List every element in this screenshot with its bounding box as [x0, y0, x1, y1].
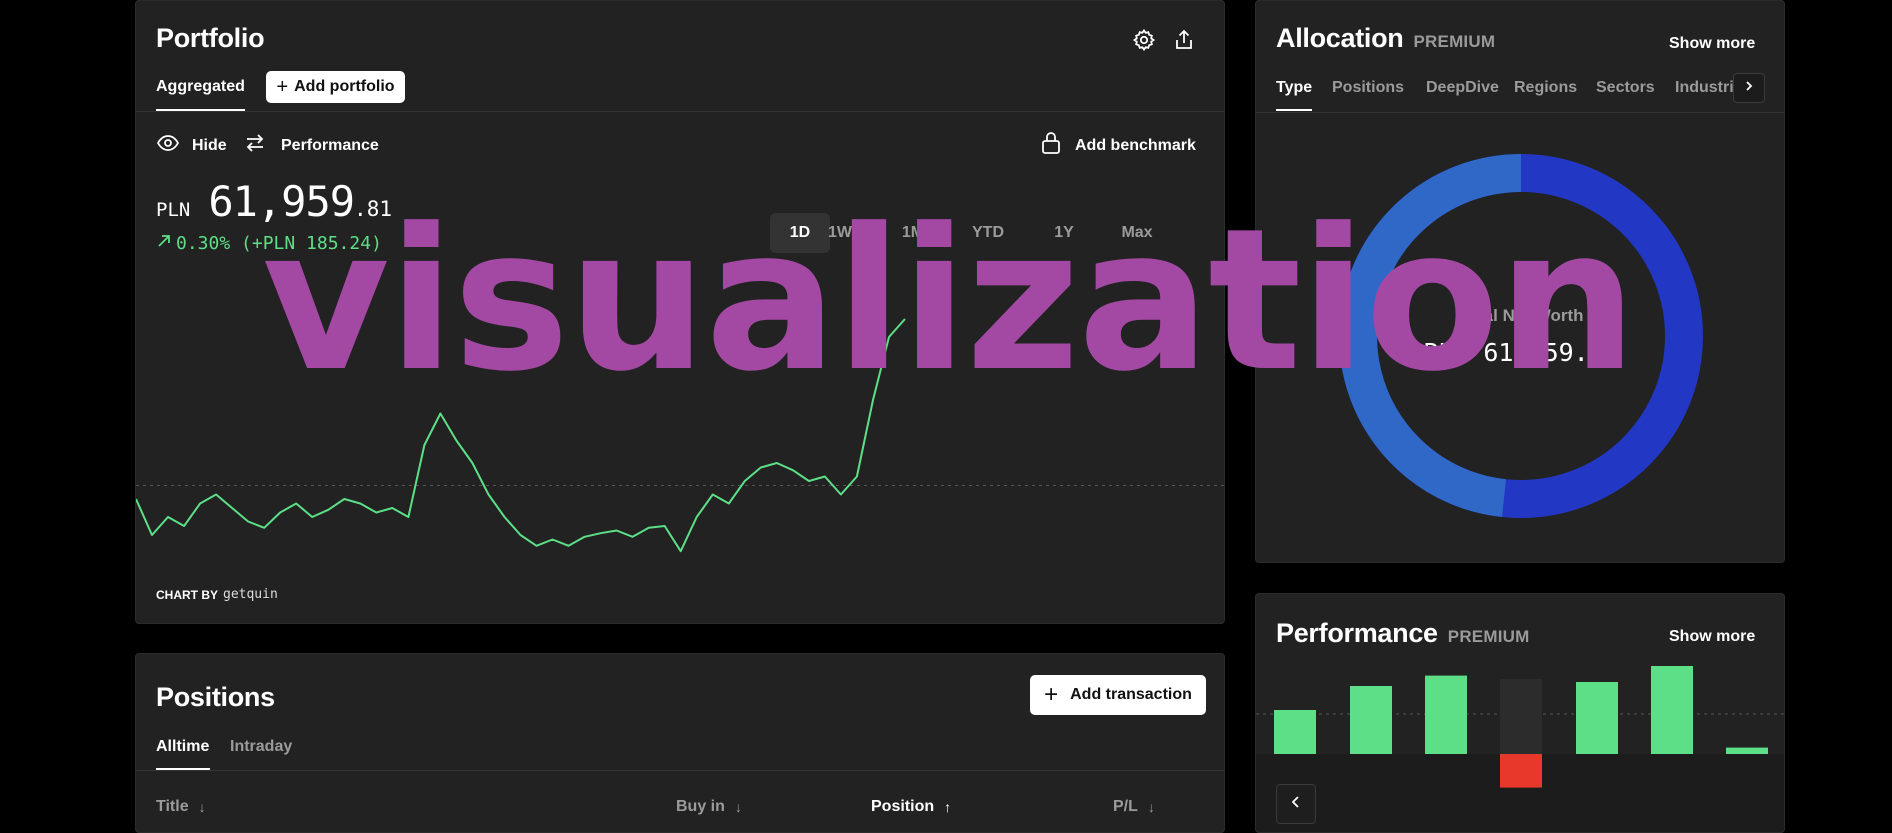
performance-premium-badge: PREMIUM — [1447, 627, 1530, 646]
hide-label: Hide — [192, 136, 227, 154]
add-portfolio-label: Add portfolio — [294, 78, 395, 95]
alloc-tab-regions[interactable]: Regions — [1514, 79, 1577, 97]
eye-icon — [156, 131, 180, 160]
share-icon[interactable] — [1172, 28, 1196, 52]
performance-bar[interactable] — [1425, 675, 1467, 754]
performance-card: Performance PREMIUM Show more — [1255, 593, 1785, 833]
portfolio-line-chart — [136, 318, 1224, 553]
portfolio-divider — [136, 111, 1224, 112]
portfolio-change: 0.30% (+PLN 185.24) — [156, 233, 382, 254]
tab-intraday[interactable]: Intraday — [230, 738, 292, 756]
positions-divider — [136, 770, 1224, 771]
hide-toggle[interactable]: Hide — [156, 131, 227, 160]
alloc-tab-positions[interactable]: Positions — [1332, 79, 1404, 97]
performance-bar[interactable] — [1274, 710, 1316, 754]
net-worth-label: Total Net Worth — [1458, 305, 1584, 325]
allocation-card: Allocation PREMIUM Show more Type Positi… — [1255, 0, 1785, 563]
trend-up-icon — [156, 233, 172, 254]
getquin-brand: getquin — [223, 587, 278, 602]
performance-bar[interactable] — [1576, 682, 1618, 754]
portfolio-card: Portfolio Aggregated + Add portfolio Hid… — [135, 0, 1225, 624]
positions-title: Positions — [156, 682, 275, 712]
value-main: 61,959 — [208, 177, 355, 226]
col-title-label: Title — [156, 798, 189, 815]
col-pl-header[interactable]: P/L ↓ — [1113, 798, 1155, 816]
chevron-left-icon — [1289, 795, 1303, 814]
range-max[interactable]: Max — [1107, 213, 1167, 253]
performance-bar-chart — [1256, 666, 1784, 832]
portfolio-value-line — [136, 318, 906, 553]
alloc-tab-sectors[interactable]: Sectors — [1596, 79, 1655, 97]
chart-credit: CHART BY getquin — [156, 587, 278, 602]
performance-title: Performance — [1276, 618, 1438, 648]
currency-label: PLN — [156, 199, 191, 221]
col-buyin-header[interactable]: Buy in ↓ — [676, 798, 742, 816]
allocation-title: Allocation — [1276, 23, 1404, 53]
settings-icon[interactable] — [1132, 28, 1156, 52]
performance-bar[interactable] — [1500, 754, 1542, 788]
value-decimals: .81 — [354, 197, 392, 221]
add-transaction-label: Add transaction — [1070, 686, 1192, 703]
sort-down-icon: ↓ — [198, 799, 206, 815]
range-1m[interactable]: 1M — [883, 213, 943, 253]
portfolio-value: PLN 61,959 .81 — [156, 177, 392, 226]
range-1y[interactable]: 1Y — [1034, 213, 1094, 253]
performance-bar[interactable] — [1651, 666, 1693, 754]
positions-card: Positions + Add transaction Alltime Intr… — [135, 653, 1225, 833]
add-benchmark-button[interactable]: Add benchmark — [1039, 130, 1196, 161]
alloc-tab-deepdive[interactable]: DeepDive — [1426, 79, 1499, 97]
add-transaction-button[interactable]: + Add transaction — [1030, 675, 1206, 715]
portfolio-title: Portfolio — [156, 23, 265, 53]
swap-arrows-icon — [243, 131, 267, 160]
performance-header: Performance PREMIUM — [1276, 618, 1529, 649]
sort-down-icon: ↓ — [1147, 799, 1155, 815]
alloc-tab-type-underline — [1276, 109, 1312, 111]
performance-show-more[interactable]: Show more — [1669, 628, 1755, 646]
allocation-divider — [1256, 112, 1784, 113]
col-title-header[interactable]: Title ↓ — [156, 798, 206, 816]
bar-ghost — [1500, 679, 1542, 754]
allocation-show-more[interactable]: Show more — [1669, 35, 1755, 53]
sort-up-icon: ↑ — [944, 799, 952, 815]
lock-icon — [1039, 130, 1063, 161]
col-pl-label: P/L — [1113, 798, 1138, 815]
add-benchmark-label: Add benchmark — [1075, 136, 1196, 154]
range-ytd[interactable]: YTD — [958, 213, 1018, 253]
col-position-header[interactable]: Position ↑ — [871, 798, 951, 816]
col-position-label: Position — [871, 798, 935, 815]
chart-by-label: CHART BY — [156, 587, 218, 602]
range-1w[interactable]: 1W — [810, 213, 870, 253]
change-text: 0.30% (+PLN 185.24) — [176, 233, 382, 254]
net-worth-value: PLN 61,959.81 — [1423, 337, 1619, 367]
performance-bar[interactable] — [1726, 747, 1768, 754]
tabs-scroll-right-button[interactable] — [1733, 73, 1765, 103]
plus-icon: + — [1044, 681, 1059, 708]
tab-alltime[interactable]: Alltime — [156, 738, 209, 756]
performance-bar[interactable] — [1350, 686, 1392, 754]
donut-center: Total Net Worth PLN 61,959.81 — [1336, 151, 1706, 521]
allocation-header: Allocation PREMIUM — [1276, 23, 1495, 54]
add-portfolio-button[interactable]: + Add portfolio — [266, 71, 405, 103]
performance-toggle[interactable]: Performance — [243, 131, 379, 160]
chevron-right-icon — [1743, 79, 1755, 97]
tab-aggregated[interactable]: Aggregated — [156, 78, 245, 96]
alloc-tab-type[interactable]: Type — [1276, 79, 1312, 97]
performance-label: Performance — [281, 136, 379, 154]
allocation-premium-badge: PREMIUM — [1413, 32, 1496, 51]
sort-down-icon: ↓ — [734, 799, 742, 815]
col-buyin-label: Buy in — [676, 798, 725, 815]
bars-scroll-left-button[interactable] — [1276, 784, 1316, 824]
plus-icon: + — [276, 76, 289, 98]
